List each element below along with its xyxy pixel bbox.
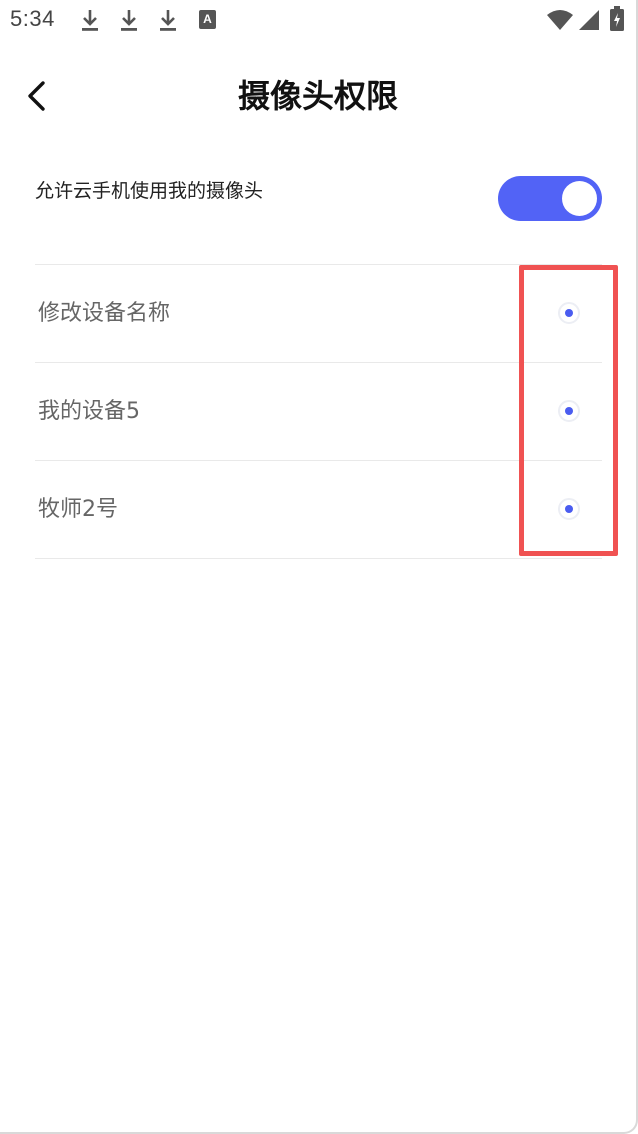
- signal-icon: [579, 10, 599, 30]
- screen: 5:34 A 摄像头权限 允许云手机使用我的摄像头 修改设备名称 我的设备5 牧…: [0, 0, 638, 1134]
- device-row[interactable]: 我的设备5: [35, 363, 602, 461]
- device-name: 我的设备5: [38, 399, 140, 424]
- radio-dot: [565, 309, 573, 317]
- wifi-icon: [547, 10, 573, 30]
- status-time: 5:34: [10, 6, 55, 31]
- device-list: 修改设备名称 我的设备5 牧师2号: [35, 264, 602, 559]
- camera-permission-label: 允许云手机使用我的摄像头: [35, 180, 264, 202]
- toggle-knob: [562, 181, 597, 216]
- download-icon: [160, 10, 176, 31]
- device-name: 修改设备名称: [38, 301, 171, 326]
- radio-dot: [565, 505, 573, 513]
- download-icon: [121, 10, 137, 31]
- device-row[interactable]: 修改设备名称: [35, 265, 602, 363]
- device-radio[interactable]: [558, 498, 580, 520]
- radio-dot: [565, 407, 573, 415]
- device-radio[interactable]: [558, 400, 580, 422]
- chevron-left-icon: [28, 81, 45, 111]
- device-name: 牧师2号: [38, 497, 118, 522]
- back-button[interactable]: [18, 74, 58, 118]
- device-row[interactable]: 牧师2号: [35, 461, 602, 559]
- battery-icon: [610, 6, 624, 31]
- a-icon: A: [199, 10, 216, 29]
- device-radio[interactable]: [558, 302, 580, 324]
- page-title: 摄像头权限: [237, 77, 398, 115]
- download-icon: [82, 10, 98, 31]
- camera-permission-toggle[interactable]: [498, 176, 602, 221]
- status-bar: 5:34 A: [0, 0, 636, 42]
